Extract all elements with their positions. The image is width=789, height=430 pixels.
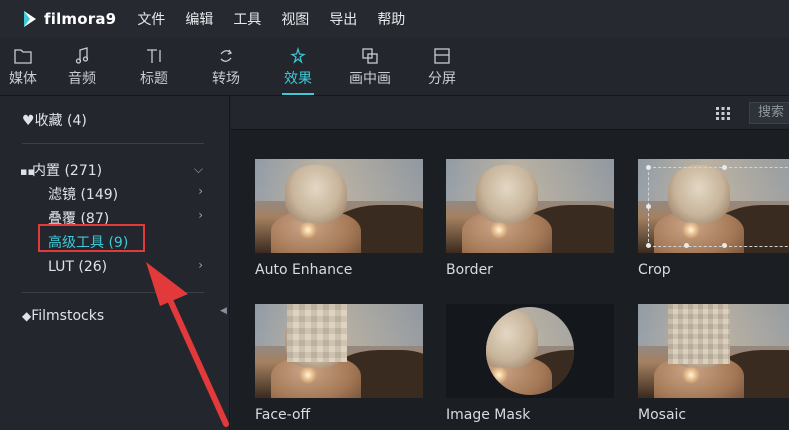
effect-thumbnail xyxy=(446,304,614,398)
effect-label: Crop xyxy=(638,262,671,278)
filmstocks-icon: ◆ xyxy=(22,309,32,323)
effect-label: Image Mask xyxy=(446,407,531,423)
app-name: filmora9 xyxy=(44,10,117,28)
effect-tile-crop[interactable]: Crop xyxy=(638,159,789,278)
category-lut-label: LUT (26) xyxy=(48,259,108,275)
app-logo: filmora9 xyxy=(22,10,116,28)
menu-tools[interactable]: 工具 xyxy=(232,7,262,31)
tab-media[interactable]: 媒体 xyxy=(0,38,46,95)
effect-tile-face-off[interactable]: Face-off xyxy=(255,304,423,423)
tab-titles-label: 标题 xyxy=(140,71,168,87)
tab-audio[interactable]: 音频 xyxy=(46,38,118,95)
category-filters[interactable]: 滤镜 (149) xyxy=(48,184,118,204)
menu-bar: filmora9 文件 编辑 工具 视图 导出 帮助 xyxy=(0,0,789,38)
library-header: 搜索 xyxy=(231,96,789,130)
effect-thumbnail xyxy=(255,159,423,253)
tab-audio-label: 音频 xyxy=(68,71,96,87)
chevron-right-icon[interactable]: › xyxy=(198,258,203,272)
transition-icon xyxy=(220,49,233,62)
effect-label: Border xyxy=(446,262,493,278)
tab-titles[interactable]: 标题 xyxy=(118,38,190,95)
chevron-right-icon[interactable]: › xyxy=(198,208,203,222)
menu-view[interactable]: 视图 xyxy=(280,7,310,31)
category-filmstocks[interactable]: ◆Filmstocks xyxy=(22,308,104,324)
effects-library: 搜索 Auto Enhance Border Crop Face-off Ima… xyxy=(231,96,789,430)
effect-tile-mosaic[interactable]: Mosaic xyxy=(638,304,789,423)
tab-effects[interactable]: 效果 xyxy=(262,38,334,95)
tab-split-screen[interactable]: 分屏 xyxy=(406,38,478,95)
category-filmstocks-label: Filmstocks xyxy=(31,308,105,324)
divider xyxy=(22,143,204,144)
crop-frame xyxy=(648,167,789,247)
effect-thumbnail xyxy=(255,304,423,398)
heart-icon: ♥ xyxy=(22,113,35,129)
chevron-right-icon[interactable]: › xyxy=(198,184,203,198)
folder-icon xyxy=(14,49,32,64)
tab-transitions[interactable]: 转场 xyxy=(190,38,262,95)
menu-help[interactable]: 帮助 xyxy=(376,7,406,31)
main-toolbar: 媒体 音频 标题 转场 效果 画中画 分屏 xyxy=(0,38,789,96)
effect-label: Auto Enhance xyxy=(255,262,353,278)
text-icon xyxy=(147,49,161,63)
effect-label: Mosaic xyxy=(638,407,687,423)
music-note-icon xyxy=(75,47,89,64)
tab-pip[interactable]: 画中画 xyxy=(334,38,406,95)
filmora-logo-icon xyxy=(24,11,36,27)
effect-tile-image-mask[interactable]: Image Mask xyxy=(446,304,614,423)
tab-media-label: 媒体 xyxy=(9,71,37,87)
menu-export[interactable]: 导出 xyxy=(328,7,358,31)
tab-effects-label: 效果 xyxy=(284,71,312,87)
chevron-down-icon[interactable]: ⌵ xyxy=(194,162,203,177)
tab-transitions-label: 转场 xyxy=(212,71,240,87)
effect-thumbnail xyxy=(446,159,614,253)
category-favorites-label: 收藏 (4) xyxy=(34,113,87,129)
effect-thumbnail xyxy=(638,304,789,398)
effects-icon xyxy=(290,47,306,64)
search-input[interactable]: 搜索 xyxy=(749,102,789,124)
collapse-panel-icon[interactable]: ◀ xyxy=(220,306,227,316)
category-panel: ♥收藏 (4) ▪▪内置 (271) ⌵ 滤镜 (149) › 叠覆 (87) … xyxy=(0,96,230,430)
category-favorites[interactable]: ♥收藏 (4) xyxy=(22,110,87,130)
effect-tile-border[interactable]: Border xyxy=(446,159,614,278)
category-builtin[interactable]: ▪▪内置 (271) xyxy=(20,160,102,180)
effect-tile-auto-enhance[interactable]: Auto Enhance xyxy=(255,159,423,278)
split-screen-icon xyxy=(434,48,450,64)
tab-split-screen-label: 分屏 xyxy=(428,71,456,87)
effect-label: Face-off xyxy=(255,407,311,423)
mask-circle xyxy=(486,307,574,395)
tab-pip-label: 画中画 xyxy=(349,71,391,87)
menu-file[interactable]: 文件 xyxy=(136,7,166,31)
picture-in-picture-icon xyxy=(362,48,378,64)
highlight-annotation xyxy=(38,224,145,252)
effect-thumbnail xyxy=(638,159,789,253)
grid-small-icon: ▪▪ xyxy=(20,165,35,178)
category-lut[interactable]: LUT (26) xyxy=(48,259,107,275)
category-filters-label: 滤镜 (149) xyxy=(48,187,119,203)
menu-edit[interactable]: 编辑 xyxy=(184,7,214,31)
grid-view-icon[interactable] xyxy=(715,106,731,120)
category-builtin-label: 内置 (271) xyxy=(32,163,103,179)
divider xyxy=(22,292,204,293)
